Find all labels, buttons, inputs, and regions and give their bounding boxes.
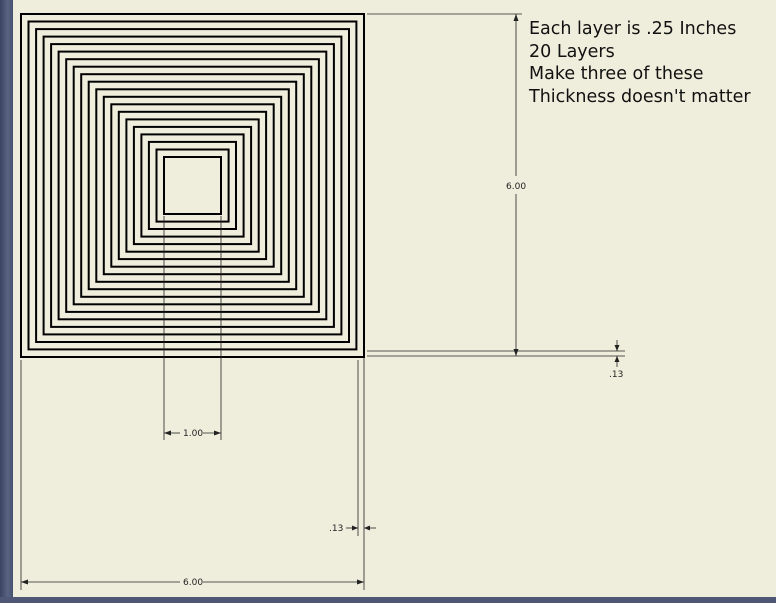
layer-square xyxy=(80,73,305,298)
note-quantity: Make three of these xyxy=(529,64,704,84)
layer-square xyxy=(72,65,313,306)
margin-bottom-dimension: .13 xyxy=(609,340,623,380)
layer-square xyxy=(102,95,283,276)
layer-square xyxy=(57,50,328,321)
note-layer-thickness: Each layer is .25 Inches xyxy=(529,19,737,39)
layer-square xyxy=(147,140,237,230)
layer-square xyxy=(95,88,290,283)
layer-square xyxy=(163,156,222,215)
margin-right-label: .13 xyxy=(329,524,343,534)
inner-width-dimension: 1.00 xyxy=(163,216,222,440)
height-dimension-label: 6.00 xyxy=(506,182,526,192)
margin-bottom-label: .13 xyxy=(609,370,623,380)
layer-square xyxy=(110,103,275,268)
layer-square xyxy=(35,28,350,343)
note-layer-count: 20 Layers xyxy=(529,41,615,62)
inner-width-label: 1.00 xyxy=(183,429,203,439)
width-dimension-label: 6.00 xyxy=(183,578,203,588)
layer-square xyxy=(132,125,253,246)
margin-right-dimension: .13 xyxy=(329,358,376,590)
layer-square xyxy=(87,80,298,291)
concentric-squares xyxy=(20,13,365,358)
layer-square xyxy=(155,148,230,223)
width-dimension: 6.00 xyxy=(20,360,364,590)
layer-square xyxy=(27,20,358,351)
note-thickness: Thickness doesn't matter xyxy=(529,86,751,107)
drawing-notes: Each layer is .25 Inches 20 Layers Make … xyxy=(529,18,751,108)
layer-square xyxy=(125,118,260,253)
layer-square xyxy=(20,13,365,358)
layer-square xyxy=(50,43,335,328)
